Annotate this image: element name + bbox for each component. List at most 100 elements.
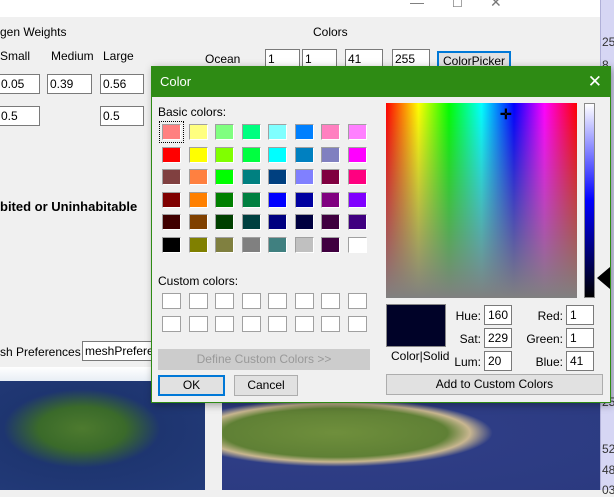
basic-color-swatch[interactable] — [321, 124, 340, 140]
mesh-preferences-label: sh Preferences — [0, 345, 81, 359]
custom-color-swatch[interactable] — [215, 316, 234, 332]
custom-color-swatch[interactable] — [321, 316, 340, 332]
maximize-icon[interactable]: ☐ — [452, 0, 463, 10]
custom-color-swatch[interactable] — [347, 293, 367, 309]
basic-color-swatch[interactable] — [347, 214, 367, 230]
ocean-label: Ocean — [205, 52, 241, 66]
custom-color-swatch[interactable] — [188, 316, 208, 332]
basic-color-swatch[interactable] — [188, 236, 208, 253]
basic-color-swatch[interactable] — [215, 169, 234, 185]
cancel-button[interactable]: Cancel — [234, 375, 298, 396]
basic-color-swatch[interactable] — [294, 191, 314, 208]
custom-color-swatch[interactable] — [162, 293, 181, 309]
color-preview — [386, 304, 446, 347]
basic-color-swatch[interactable] — [347, 146, 367, 163]
basic-color-swatch[interactable] — [268, 214, 287, 230]
basic-color-swatch[interactable] — [294, 236, 314, 253]
basic-color-swatch[interactable] — [241, 169, 261, 185]
custom-color-swatch[interactable] — [162, 316, 181, 332]
basic-color-swatch[interactable] — [162, 191, 181, 208]
basic-color-swatch[interactable] — [241, 214, 261, 230]
basic-color-swatch[interactable] — [321, 191, 340, 208]
custom-color-swatch[interactable] — [241, 293, 261, 309]
custom-color-swatch[interactable] — [294, 316, 314, 332]
weight-large-input[interactable]: 0.56 — [100, 74, 144, 94]
basic-color-swatch[interactable] — [347, 124, 367, 140]
basic-color-swatch[interactable] — [215, 214, 234, 230]
color-dialog: Color ✕ Basic colors: Custom colors: Def… — [151, 66, 611, 403]
basic-color-swatch[interactable] — [268, 169, 287, 185]
basic-color-swatch[interactable] — [321, 169, 340, 185]
list-value: 48 — [602, 463, 614, 477]
custom-color-swatch[interactable] — [241, 316, 261, 332]
sat-input[interactable]: 229 — [484, 328, 512, 348]
custom-color-swatch[interactable] — [268, 316, 287, 332]
basic-color-swatch[interactable] — [188, 214, 208, 230]
basic-color-swatch[interactable] — [294, 124, 314, 140]
minimize-icon[interactable]: — — [410, 0, 424, 10]
list-value: 25 — [602, 35, 614, 49]
habitability-label: bited or Uninhabitable — [0, 199, 138, 214]
weight-small-input[interactable]: 0.05 — [0, 74, 40, 94]
basic-color-swatch[interactable] — [268, 124, 287, 140]
basic-color-swatch[interactable] — [241, 236, 261, 253]
custom-color-swatch[interactable] — [268, 293, 287, 309]
basic-color-swatch[interactable] — [294, 146, 314, 163]
basic-color-swatch[interactable] — [188, 191, 208, 208]
mesh-preferences-input[interactable]: meshPreferen — [82, 341, 162, 361]
lum-input[interactable]: 20 — [484, 351, 512, 371]
basic-color-swatch[interactable] — [268, 191, 287, 208]
basic-color-swatch[interactable] — [294, 214, 314, 230]
custom-color-swatch[interactable] — [188, 293, 208, 309]
custom-color-swatch[interactable] — [294, 293, 314, 309]
basic-color-swatch[interactable] — [162, 214, 181, 230]
col-small: Small — [0, 49, 31, 63]
basic-color-swatch[interactable] — [215, 146, 234, 163]
hue-input[interactable]: 160 — [484, 305, 512, 325]
basic-color-swatch[interactable] — [162, 169, 181, 185]
close-icon[interactable]: ✕ — [588, 67, 602, 97]
basic-color-swatch[interactable] — [294, 169, 314, 185]
luminosity-arrow-icon[interactable] — [597, 267, 610, 289]
crosshair-icon[interactable]: ✛ — [500, 106, 512, 123]
basic-color-swatch[interactable] — [188, 169, 208, 185]
basic-color-swatch[interactable] — [268, 146, 287, 163]
add-to-custom-colors-button[interactable]: Add to Custom Colors — [386, 374, 603, 395]
blue-input[interactable]: 41 — [566, 351, 594, 371]
basic-color-swatch[interactable] — [159, 121, 184, 143]
basic-color-swatch[interactable] — [241, 146, 261, 163]
basic-colors-label: Basic colors: — [158, 105, 227, 119]
basic-color-swatch[interactable] — [321, 146, 340, 163]
basic-color-swatch[interactable] — [268, 236, 287, 253]
basic-color-swatch[interactable] — [241, 124, 261, 140]
basic-color-swatch[interactable] — [188, 124, 208, 140]
ok-button[interactable]: OK — [158, 375, 225, 396]
basic-color-swatch[interactable] — [215, 124, 234, 140]
custom-color-swatch[interactable] — [321, 293, 340, 309]
custom-color-swatch[interactable] — [347, 316, 367, 332]
close-icon[interactable]: ✕ — [490, 0, 502, 11]
basic-color-swatch[interactable] — [321, 214, 340, 230]
basic-color-swatch[interactable] — [162, 146, 181, 163]
basic-color-swatch[interactable] — [162, 236, 181, 253]
basic-color-swatch[interactable] — [321, 236, 340, 253]
custom-color-swatch[interactable] — [215, 293, 234, 309]
define-custom-colors-button[interactable]: Define Custom Colors >> — [158, 349, 370, 370]
basic-color-swatch[interactable] — [347, 236, 367, 253]
basic-color-swatch[interactable] — [347, 191, 367, 208]
basic-color-swatch[interactable] — [347, 169, 367, 185]
red-input[interactable]: 1 — [566, 305, 594, 325]
basic-color-swatch[interactable] — [215, 236, 234, 253]
list-value: 03 — [602, 483, 614, 497]
weight2-small-input[interactable]: 0.5 — [0, 106, 40, 126]
colors-heading: Colors — [313, 25, 348, 39]
basic-color-swatch[interactable] — [188, 146, 208, 163]
luminosity-slider[interactable] — [584, 103, 595, 298]
basic-color-swatch[interactable] — [215, 191, 234, 208]
green-input[interactable]: 1 — [566, 328, 594, 348]
basic-color-swatch[interactable] — [241, 191, 261, 208]
color-spectrum[interactable]: ✛ — [386, 103, 577, 298]
weight-medium-input[interactable]: 0.39 — [47, 74, 92, 94]
weight2-large-input[interactable]: 0.5 — [100, 106, 144, 126]
hex-map-preview — [222, 402, 600, 490]
